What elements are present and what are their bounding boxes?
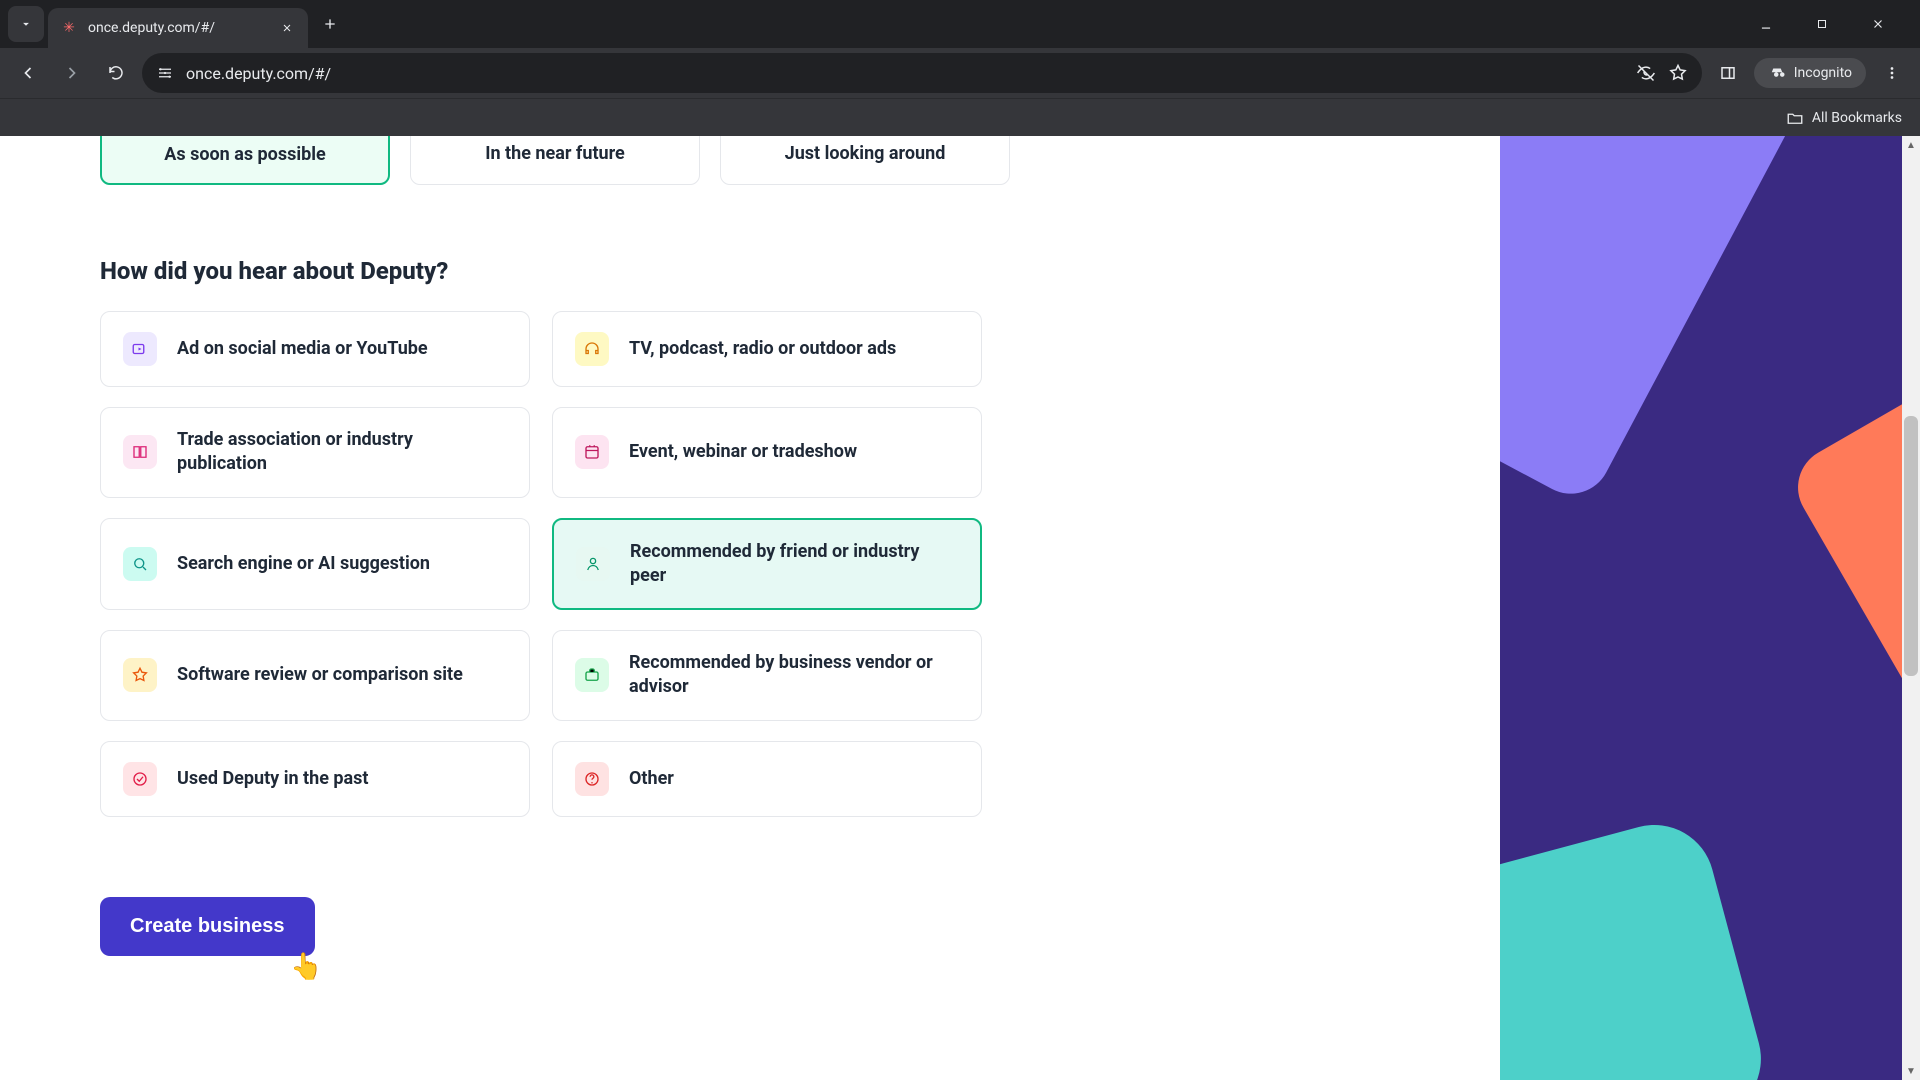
- forward-button[interactable]: [54, 55, 90, 91]
- side-panel-button[interactable]: [1710, 55, 1746, 91]
- source-option-other[interactable]: Other: [552, 741, 982, 817]
- address-bar[interactable]: once.deputy.com/#/: [142, 53, 1702, 93]
- incognito-label: Incognito: [1794, 65, 1852, 81]
- maximize-icon: [1816, 18, 1828, 30]
- maximize-button[interactable]: [1800, 8, 1844, 40]
- kebab-icon: [1883, 64, 1901, 82]
- source-option-search[interactable]: Search engine or AI suggestion: [100, 518, 530, 611]
- window-controls: [1744, 8, 1912, 40]
- source-option-friend[interactable]: Recommended by friend or industry peer: [552, 518, 982, 611]
- bookmarks-bar: All Bookmarks: [0, 98, 1920, 136]
- timing-option-looking[interactable]: Just looking around: [720, 136, 1010, 185]
- scroll-down-button[interactable]: ▼: [1902, 1062, 1920, 1080]
- decorative-panel: [1500, 136, 1920, 1080]
- source-option-tv[interactable]: TV, podcast, radio or outdoor ads: [552, 311, 982, 387]
- site-info-icon[interactable]: [156, 64, 174, 82]
- back-button[interactable]: [10, 55, 46, 91]
- panel-icon: [1719, 64, 1737, 82]
- browser-toolbar: once.deputy.com/#/ Incognito: [0, 48, 1920, 98]
- source-option-vendor[interactable]: Recommended by business vendor or adviso…: [552, 630, 982, 721]
- briefcase-icon: [575, 658, 609, 692]
- option-label: Software review or comparison site: [177, 663, 463, 687]
- person-icon: [576, 547, 610, 581]
- tab-strip: ✳ once.deputy.com/#/: [0, 0, 1920, 48]
- arrow-left-icon: [18, 63, 38, 83]
- main-content: As soon as possible In the near future J…: [0, 136, 1500, 1080]
- source-option-past[interactable]: Used Deputy in the past: [100, 741, 530, 817]
- eye-off-icon[interactable]: [1636, 63, 1656, 83]
- option-label: Recommended by friend or industry peer: [630, 540, 958, 589]
- new-tab-button[interactable]: [312, 6, 348, 42]
- scroll-thumb[interactable]: [1904, 416, 1918, 676]
- close-icon: [1871, 17, 1885, 31]
- folder-icon: [1786, 109, 1804, 127]
- decorative-shape: [1500, 811, 1774, 1080]
- close-icon: [281, 22, 293, 34]
- timing-label: Just looking around: [785, 143, 946, 164]
- reload-button[interactable]: [98, 55, 134, 91]
- scroll-up-button[interactable]: ▲: [1902, 136, 1920, 154]
- option-label: Search engine or AI suggestion: [177, 552, 430, 576]
- pointer-cursor-icon: 👆: [290, 952, 322, 982]
- decorative-shape: [1783, 373, 1920, 819]
- calendar-icon: [575, 435, 609, 469]
- timing-option-asap[interactable]: As soon as possible: [100, 136, 390, 185]
- timing-label: As soon as possible: [164, 144, 325, 165]
- all-bookmarks-label: All Bookmarks: [1812, 110, 1902, 126]
- option-label: Other: [629, 767, 674, 791]
- source-option-trade[interactable]: Trade association or industry publicatio…: [100, 407, 530, 498]
- all-bookmarks-button[interactable]: All Bookmarks: [1786, 109, 1902, 127]
- arrow-right-icon: [62, 63, 82, 83]
- option-label: Used Deputy in the past: [177, 767, 368, 791]
- plus-icon: [322, 16, 338, 32]
- timing-label: In the near future: [485, 143, 625, 164]
- option-label: Trade association or industry publicatio…: [177, 428, 507, 477]
- browser-chrome: ✳ once.deputy.com/#/ once.deputy.com/#/: [0, 0, 1920, 136]
- minimize-icon: [1759, 17, 1773, 31]
- source-option-social[interactable]: Ad on social media or YouTube: [100, 311, 530, 387]
- star-icon: [123, 658, 157, 692]
- source-option-event[interactable]: Event, webinar or tradeshow: [552, 407, 982, 498]
- book-icon: [123, 435, 157, 469]
- url-text: once.deputy.com/#/: [186, 64, 331, 83]
- browser-tab[interactable]: ✳ once.deputy.com/#/: [48, 8, 308, 48]
- reload-icon: [107, 64, 125, 82]
- check-circle-icon: [123, 762, 157, 796]
- minimize-button[interactable]: [1744, 8, 1788, 40]
- page-body: As soon as possible In the near future J…: [0, 136, 1920, 1080]
- source-option-review[interactable]: Software review or comparison site: [100, 630, 530, 721]
- chevron-down-icon: [19, 17, 33, 31]
- timing-options: As soon as possible In the near future J…: [100, 136, 1400, 185]
- create-business-label: Create business: [130, 915, 285, 937]
- favicon-icon: ✳: [60, 19, 78, 37]
- option-label: Event, webinar or tradeshow: [629, 440, 857, 464]
- source-options: Ad on social media or YouTube TV, podcas…: [100, 311, 1400, 817]
- close-window-button[interactable]: [1856, 8, 1900, 40]
- create-business-button[interactable]: Create business: [100, 897, 315, 956]
- question-icon: [575, 762, 609, 796]
- star-icon[interactable]: [1668, 63, 1688, 83]
- close-tab-button[interactable]: [278, 19, 296, 37]
- incognito-icon: [1768, 64, 1786, 82]
- tab-search-button[interactable]: [8, 6, 44, 42]
- video-icon: [123, 332, 157, 366]
- menu-button[interactable]: [1874, 55, 1910, 91]
- question-heading: How did you hear about Deputy?: [100, 257, 1400, 285]
- decorative-shape: [1500, 136, 1822, 508]
- incognito-indicator[interactable]: Incognito: [1754, 58, 1866, 88]
- headphones-icon: [575, 332, 609, 366]
- option-label: TV, podcast, radio or outdoor ads: [629, 337, 896, 361]
- option-label: Recommended by business vendor or adviso…: [629, 651, 959, 700]
- scrollbar[interactable]: ▲ ▼: [1902, 136, 1920, 1080]
- tab-title: once.deputy.com/#/: [88, 20, 268, 36]
- search-icon: [123, 547, 157, 581]
- timing-option-near-future[interactable]: In the near future: [410, 136, 700, 185]
- option-label: Ad on social media or YouTube: [177, 337, 428, 361]
